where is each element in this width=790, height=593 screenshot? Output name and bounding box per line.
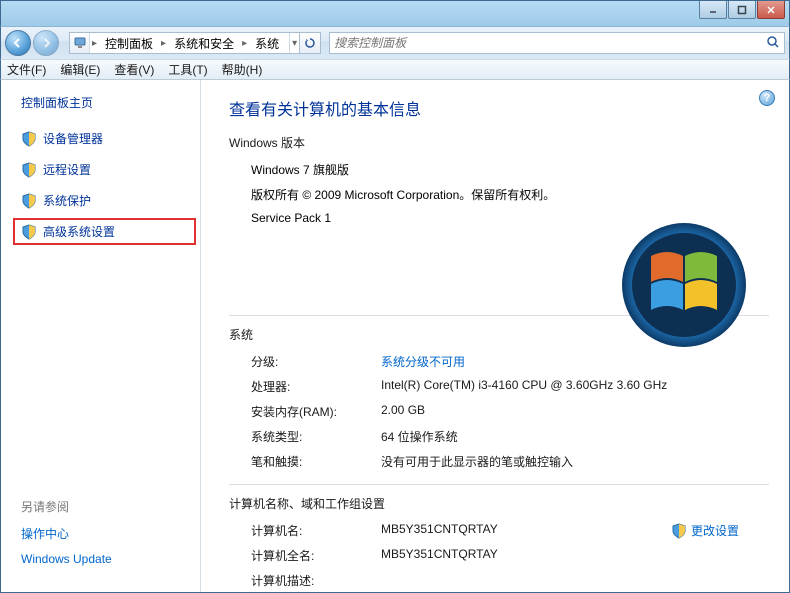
content-pane: ? 查看有关计算机的基本信息 Windows 版本 Windows 7 旗舰版 … [201, 80, 789, 592]
sidebar-item-advanced-settings[interactable]: 高级系统设置 [17, 222, 192, 241]
search-input[interactable] [334, 36, 766, 50]
pen-label: 笔和触摸: [251, 453, 381, 470]
copyright: 版权所有 © 2009 Microsoft Corporation。保留所有权利… [251, 186, 769, 203]
navbar: ▸ 控制面板 ▸ 系统和安全 ▸ 系统 ▾ [0, 26, 790, 59]
menu-tools[interactable]: 工具(T) [168, 61, 207, 78]
sidebar-item-label: 高级系统设置 [43, 223, 115, 240]
minimize-button[interactable] [699, 1, 727, 19]
breadcrumb-sep: ▸ [159, 33, 168, 53]
seealso-action-center[interactable]: 操作中心 [21, 525, 188, 542]
systype-value: 64 位操作系统 [381, 428, 769, 445]
change-settings-link[interactable]: 更改设置 [671, 522, 739, 539]
breadcrumb-seg[interactable]: 系统和安全 [168, 33, 240, 53]
shield-icon [671, 523, 687, 539]
edition-heading: Windows 版本 [229, 134, 769, 151]
sidebar-item-label: 系统保护 [43, 192, 91, 209]
seealso-label: 另请参阅 [21, 498, 188, 515]
edition-name: Windows 7 旗舰版 [251, 161, 769, 178]
search-icon[interactable] [766, 35, 780, 52]
menu-file[interactable]: 文件(F) [7, 61, 46, 78]
cpu-label: 处理器: [251, 378, 381, 395]
rating-value[interactable]: 系统分级不可用 [381, 353, 769, 370]
shield-icon [21, 162, 37, 178]
shield-icon [21, 131, 37, 147]
refresh-button[interactable] [299, 32, 321, 54]
ram-value: 2.00 GB [381, 403, 769, 420]
pen-value: 没有可用于此显示器的笔或触控输入 [381, 453, 769, 470]
breadcrumb-sep: ▸ [90, 33, 99, 53]
close-button[interactable] [757, 1, 785, 19]
computer-icon [70, 33, 90, 53]
seealso-windows-update[interactable]: Windows Update [21, 552, 188, 566]
systype-label: 系统类型: [251, 428, 381, 445]
name-heading: 计算机名称、域和工作组设置 [229, 495, 769, 512]
sidebar-home-link[interactable]: 控制面板主页 [21, 94, 188, 111]
back-button[interactable] [5, 30, 31, 56]
ram-label: 安装内存(RAM): [251, 403, 381, 420]
cpu-value: Intel(R) Core(TM) i3-4160 CPU @ 3.60GHz … [381, 378, 769, 395]
breadcrumb-sep: ▸ [240, 33, 249, 53]
shield-icon [21, 224, 37, 240]
sidebar-item-label: 远程设置 [43, 161, 91, 178]
search-box[interactable] [329, 32, 785, 54]
sidebar-item-remote-settings[interactable]: 远程设置 [21, 160, 188, 179]
breadcrumb[interactable]: ▸ 控制面板 ▸ 系统和安全 ▸ 系统 ▾ [69, 32, 300, 54]
computer-name-label: 计算机名: [251, 522, 381, 539]
titlebar [0, 0, 790, 26]
maximize-button[interactable] [728, 1, 756, 19]
breadcrumb-dropdown-icon[interactable]: ▾ [289, 33, 299, 53]
computer-fullname-value: MB5Y351CNTQRTAY [381, 547, 769, 564]
windows-logo-icon [619, 220, 749, 350]
menu-edit[interactable]: 编辑(E) [60, 61, 100, 78]
computer-desc-label: 计算机描述: [251, 572, 381, 589]
sidebar-item-device-manager[interactable]: 设备管理器 [21, 129, 188, 148]
computer-desc-value [381, 572, 769, 589]
sidebar-item-label: 设备管理器 [43, 130, 103, 147]
shield-icon [21, 193, 37, 209]
sidebar: 控制面板主页 设备管理器 远程设置 系统保护 高级系统设置 另请参阅 操作中心 … [1, 80, 201, 592]
sidebar-item-system-protection[interactable]: 系统保护 [21, 191, 188, 210]
change-settings-label: 更改设置 [691, 522, 739, 539]
menu-view[interactable]: 查看(V) [114, 61, 154, 78]
rating-label: 分级: [251, 353, 381, 370]
computer-fullname-label: 计算机全名: [251, 547, 381, 564]
menu-help[interactable]: 帮助(H) [222, 61, 263, 78]
page-title: 查看有关计算机的基本信息 [229, 96, 769, 120]
menubar: 文件(F) 编辑(E) 查看(V) 工具(T) 帮助(H) [0, 59, 790, 80]
breadcrumb-seg[interactable]: 控制面板 [99, 33, 159, 53]
breadcrumb-seg[interactable]: 系统 [249, 33, 285, 53]
divider [229, 484, 769, 485]
forward-button[interactable] [33, 30, 59, 56]
help-icon[interactable]: ? [759, 90, 775, 106]
